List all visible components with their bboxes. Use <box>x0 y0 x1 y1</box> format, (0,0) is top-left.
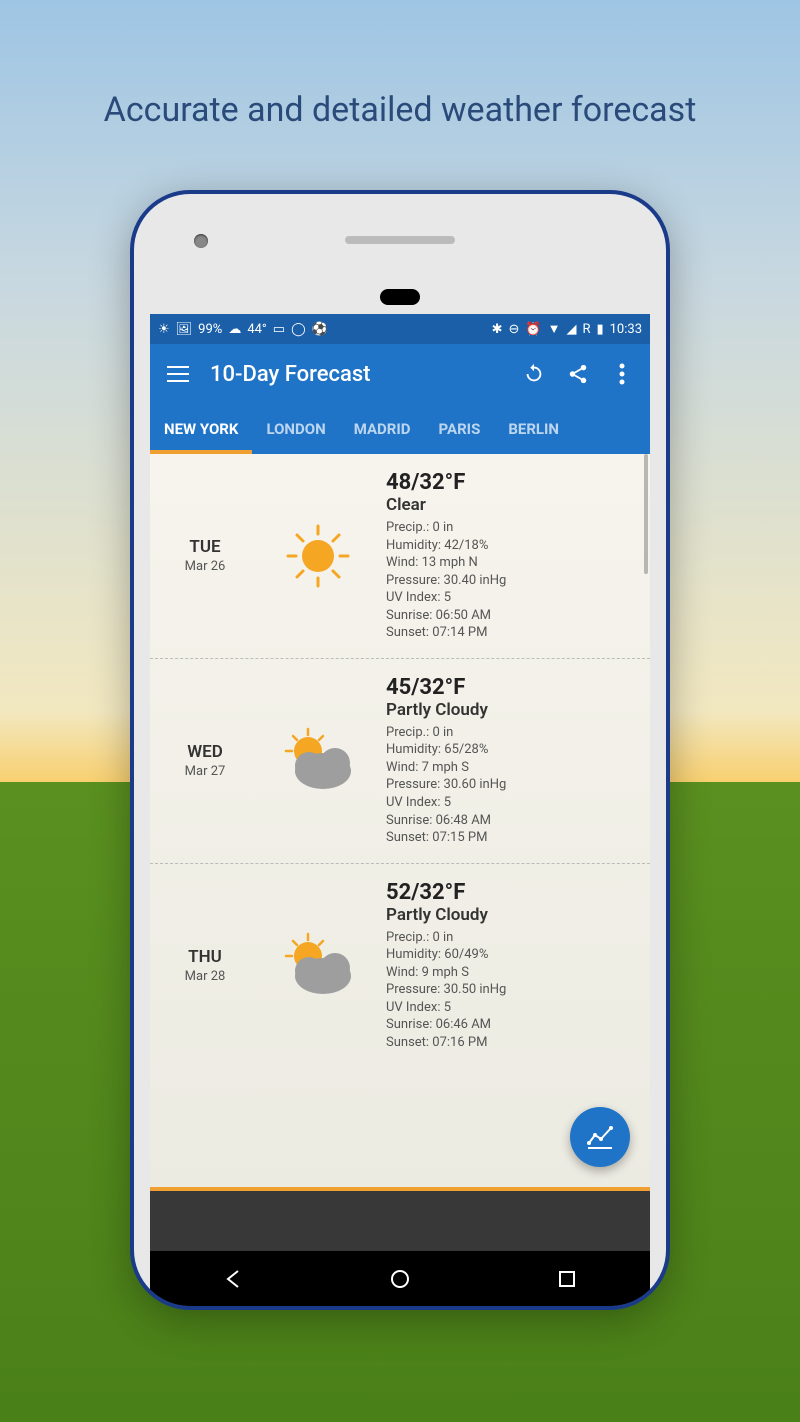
uv: UV Index: 5 <box>386 999 640 1017</box>
clock: 10:33 <box>610 322 642 337</box>
day-date: Mar 28 <box>160 969 250 984</box>
battery-icon: ▮ <box>596 322 603 337</box>
weather-status-icon: ☀ <box>158 322 170 337</box>
phone-frame: ☀ 🖼 99% ☁ 44° ▭ ◯ ⚽ ✱ ⊖ ⏰ ▼ ◢ R ▮ <box>130 190 670 1310</box>
status-bar: ☀ 🖼 99% ☁ 44° ▭ ◯ ⚽ ✱ ⊖ ⏰ ▼ ◢ R ▮ <box>150 314 650 344</box>
soccer-status-icon: ⚽ <box>312 322 328 337</box>
wind: Wind: 9 mph S <box>386 964 640 982</box>
temp-value: 48/32°F <box>386 470 640 495</box>
wind: Wind: 7 mph S <box>386 759 640 777</box>
alarm-icon: ⏰ <box>525 322 541 337</box>
forecast-row[interactable]: TUE Mar 26 <box>150 454 650 659</box>
sunset: Sunset: 07:15 PM <box>386 829 640 847</box>
day-name: WED <box>160 742 250 762</box>
wind: Wind: 13 mph N <box>386 554 640 572</box>
system-nav <box>150 1251 650 1306</box>
uv: UV Index: 5 <box>386 794 640 812</box>
day-date: Mar 26 <box>160 559 250 574</box>
cast-status-icon: ▭ <box>273 322 285 337</box>
day-date: Mar 27 <box>160 764 250 779</box>
weather-icon-partly-cloudy <box>258 926 378 1006</box>
pressure: Pressure: 30.60 inHg <box>386 776 640 794</box>
weather-icon-partly-cloudy <box>258 721 378 801</box>
roaming-icon: R <box>582 322 590 337</box>
app-bar: 10-Day Forecast <box>150 344 650 404</box>
condition: Partly Cloudy <box>386 700 640 720</box>
home-button[interactable] <box>386 1265 414 1293</box>
signal-icon: ◢ <box>566 322 576 337</box>
condition: Clear <box>386 495 640 515</box>
chart-fab[interactable] <box>570 1107 630 1167</box>
weather-icon-sunny <box>258 516 378 596</box>
tab-new-york[interactable]: NEW YORK <box>150 404 252 454</box>
temp-status: 44° <box>247 322 266 337</box>
bluetooth-icon: ✱ <box>492 322 503 337</box>
city-tabs: NEW YORK LONDON MADRID PARIS BERLIN <box>150 404 650 454</box>
phone-camera <box>194 234 208 248</box>
image-status-icon: 🖼 <box>176 322 193 337</box>
forecast-list[interactable]: TUE Mar 26 <box>150 454 650 1187</box>
more-icon[interactable] <box>610 362 634 386</box>
back-button[interactable] <box>219 1265 247 1293</box>
sunrise: Sunrise: 06:50 AM <box>386 607 640 625</box>
tab-paris[interactable]: PARIS <box>425 404 495 454</box>
phone-home-indicator <box>380 289 420 305</box>
sunrise: Sunrise: 06:48 AM <box>386 812 640 830</box>
dnd-icon: ⊖ <box>508 322 519 337</box>
pressure: Pressure: 30.50 inHg <box>386 981 640 999</box>
wifi-icon: ▼ <box>548 321 561 337</box>
battery-pct: 99% <box>198 322 222 337</box>
circle-status-icon: ◯ <box>291 322 306 337</box>
day-name: TUE <box>160 537 250 557</box>
day-name: THU <box>160 947 250 967</box>
sunset: Sunset: 07:16 PM <box>386 1034 640 1052</box>
tab-madrid[interactable]: MADRID <box>340 404 425 454</box>
precip: Precip.: 0 in <box>386 519 640 537</box>
refresh-icon[interactable] <box>522 362 546 386</box>
ad-placeholder <box>150 1191 650 1251</box>
screen: ☀ 🖼 99% ☁ 44° ▭ ◯ ⚽ ✱ ⊖ ⏰ ▼ ◢ R ▮ <box>150 314 650 1306</box>
precip: Precip.: 0 in <box>386 724 640 742</box>
forecast-row[interactable]: WED Mar 27 <box>150 659 650 864</box>
sunrise: Sunrise: 06:46 AM <box>386 1016 640 1034</box>
menu-icon[interactable] <box>166 362 190 386</box>
scrollbar[interactable] <box>644 454 648 574</box>
tab-berlin[interactable]: BERLIN <box>494 404 573 454</box>
share-icon[interactable] <box>566 362 590 386</box>
cloud-status-icon: ☁ <box>228 322 241 337</box>
uv: UV Index: 5 <box>386 589 640 607</box>
temp-value: 45/32°F <box>386 675 640 700</box>
temp-value: 52/32°F <box>386 880 640 905</box>
pressure: Pressure: 30.40 inHg <box>386 572 640 590</box>
condition: Partly Cloudy <box>386 905 640 925</box>
precip: Precip.: 0 in <box>386 929 640 947</box>
humidity: Humidity: 65/28% <box>386 741 640 759</box>
phone-speaker <box>345 236 455 244</box>
humidity: Humidity: 42/18% <box>386 537 640 555</box>
tab-london[interactable]: LONDON <box>252 404 339 454</box>
app-title: 10-Day Forecast <box>210 362 502 387</box>
forecast-row[interactable]: THU Mar 28 <box>150 864 650 1068</box>
humidity: Humidity: 60/49% <box>386 946 640 964</box>
promo-title: Accurate and detailed weather forecast <box>0 0 800 170</box>
recents-button[interactable] <box>553 1265 581 1293</box>
sunset: Sunset: 07:14 PM <box>386 624 640 642</box>
